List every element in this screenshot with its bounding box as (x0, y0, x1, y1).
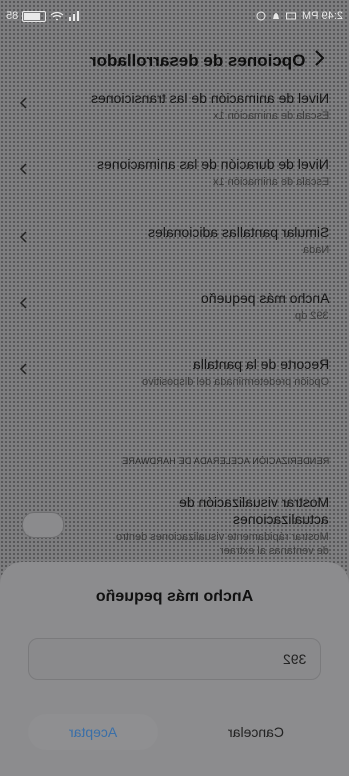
battery-icon (22, 10, 47, 22)
status-right: 2:49 PM (256, 10, 343, 22)
alarm-icon (256, 11, 266, 21)
chevron-icon (19, 163, 27, 175)
setting-title: Nivel de duración de las animaciones (97, 156, 329, 172)
status-time: 2:49 PM (302, 10, 343, 22)
chevron-icon (19, 231, 27, 243)
input-value: 392 (282, 651, 306, 667)
mail-icon (286, 12, 297, 20)
notification-icon (273, 13, 280, 19)
accept-button[interactable]: Aceptar (28, 714, 158, 750)
status-bar: 85 2:49 PM (6, 8, 343, 28)
dialog-title: Ancho más pequeño (95, 588, 254, 605)
setting-transition-scale[interactable]: Nivel de animación de las transiciones E… (0, 86, 349, 126)
setting-title: Simular pantallas adicionales (147, 224, 329, 240)
setting-title: Recorte de la pantalla (192, 356, 329, 372)
chevron-icon (19, 97, 27, 109)
setting-title: Nivel de animación de las transiciones (90, 90, 329, 106)
setting-subtitle: Escala de animación 1x (212, 176, 329, 188)
wifi-icon (50, 11, 64, 21)
chevron-icon (19, 297, 27, 309)
setting-simulate-displays[interactable]: Simular pantallas adicionales Nada (0, 220, 349, 260)
setting-subtitle: Opción predeterminada del dispositivo (141, 376, 329, 388)
setting-title: Ancho más pequeño (200, 290, 329, 306)
chevron-icon (19, 363, 27, 375)
setting-subtitle: 392 dp (295, 310, 329, 322)
setting-subtitle: Escala de animación 1x (212, 110, 329, 122)
show-updates-toggle[interactable] (22, 512, 64, 538)
setting-subtitle: Nada (302, 244, 329, 256)
status-left: 85 (6, 10, 80, 22)
signal-icon (69, 11, 80, 21)
cancel-label: Cancelar (227, 724, 285, 740)
smallest-width-input[interactable]: 392 (28, 638, 321, 680)
setting-title-line2: actualizaciones (233, 511, 329, 527)
section-header: RENDERIZACIÓN ACELERADA DE HARDWARE (121, 456, 329, 466)
setting-subtitle-line2: de ventanas al extraer (220, 545, 329, 557)
dialog-sheet: Ancho más pequeño 392 Cancelar Aceptar (0, 562, 349, 776)
setting-animation-duration[interactable]: Nivel de duración de las animaciones Esc… (0, 152, 349, 192)
accept-label: Aceptar (68, 724, 118, 740)
app-header: Opciones de desarrollador (0, 44, 349, 74)
battery-percent: 85 (6, 10, 19, 22)
setting-subtitle-line1: Mostrar rápidamente visualizaciones dent… (116, 531, 329, 543)
setting-title-line1: Mostrar visualización de (178, 494, 329, 510)
setting-smallest-width[interactable]: Ancho más pequeño 392 dp (0, 286, 349, 326)
setting-display-cutout[interactable]: Recorte de la pantalla Opción predetermi… (0, 352, 349, 392)
cancel-button[interactable]: Cancelar (191, 714, 321, 750)
page-title: Opciones de desarrollador (89, 51, 305, 70)
back-arrow-icon[interactable] (307, 46, 331, 70)
